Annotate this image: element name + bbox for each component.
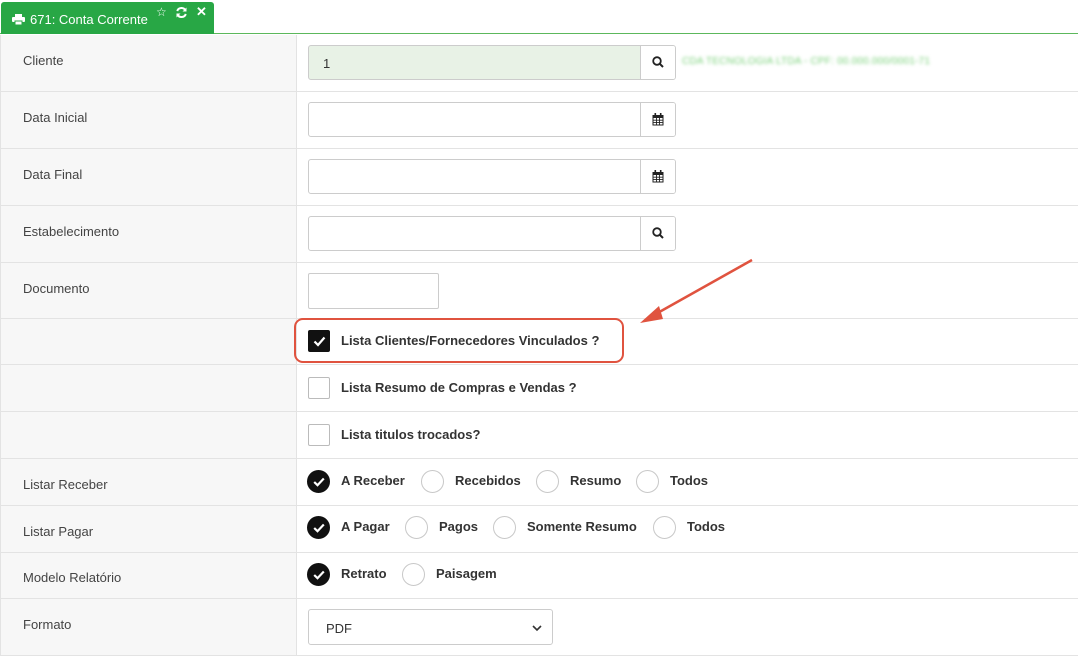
radio-a-receber-label[interactable]: A Receber (341, 473, 405, 488)
row-data-final: Data Final (0, 149, 1078, 206)
chevron-down-icon (532, 625, 542, 632)
cliente-value: 1 (323, 56, 331, 71)
radio-resumo[interactable] (536, 470, 559, 493)
data-inicial-calendar-button[interactable] (640, 103, 675, 136)
label-formato: Formato (23, 617, 72, 632)
highlight-annotation (294, 318, 624, 363)
radio-recebidos-label[interactable]: Recebidos (455, 473, 521, 488)
checkmark-icon (313, 570, 325, 580)
radio-somente-resumo[interactable] (493, 516, 516, 539)
radio-a-pagar-label[interactable]: A Pagar (341, 519, 390, 534)
checkmark-icon (313, 523, 325, 533)
row-estabelecimento: Estabelecimento (0, 206, 1078, 263)
calendar-icon (652, 113, 664, 126)
radio-a-pagar[interactable] (307, 516, 330, 539)
search-icon (652, 227, 664, 239)
data-inicial-input[interactable] (308, 102, 676, 137)
row-documento: Documento (0, 263, 1078, 319)
tab-conta-corrente[interactable]: 671: Conta Corrente ☆ ✕ (1, 2, 214, 34)
close-icon[interactable]: ✕ (196, 5, 207, 18)
cliente-name: CDA TECNOLOGIA LTDA - CPF: 00.000.000/00… (682, 56, 931, 67)
documento-input[interactable] (308, 273, 439, 309)
radio-todos-receber[interactable] (636, 470, 659, 493)
refresh-icon[interactable] (175, 6, 188, 19)
row-check-resumo: Lista Resumo de Compras e Vendas ? (0, 365, 1078, 412)
print-icon (12, 14, 25, 25)
radio-recebidos[interactable] (421, 470, 444, 493)
radio-paisagem[interactable] (402, 563, 425, 586)
star-icon[interactable]: ☆ (156, 6, 167, 18)
radio-retrato-label[interactable]: Retrato (341, 566, 387, 581)
radio-somente-resumo-label[interactable]: Somente Resumo (527, 519, 637, 534)
estabelecimento-input[interactable] (308, 216, 676, 251)
resumo-compras-checkbox[interactable] (308, 377, 330, 399)
cliente-search-button[interactable] (640, 46, 675, 79)
label-listar-receber: Listar Receber (23, 477, 108, 492)
radio-todos-pagar-label[interactable]: Todos (687, 519, 725, 534)
row-check-trocados: Lista titulos trocados? (0, 412, 1078, 459)
radio-retrato[interactable] (307, 563, 330, 586)
row-modelo-relatorio: Modelo Relatório Retrato Paisagem (0, 553, 1078, 599)
row-cliente: Cliente 1 CDA TECNOLOGIA LTDA - CPF: 00.… (0, 35, 1078, 92)
radio-pagos[interactable] (405, 516, 428, 539)
checkmark-icon (313, 477, 325, 487)
label-listar-pagar: Listar Pagar (23, 524, 94, 539)
row-data-inicial: Data Inicial (0, 92, 1078, 149)
arrow-annotation (640, 258, 753, 323)
data-final-input[interactable] (308, 159, 676, 194)
search-icon (652, 56, 664, 68)
radio-a-receber[interactable] (307, 470, 330, 493)
label-cliente: Cliente (23, 53, 64, 68)
resumo-compras-label[interactable]: Lista Resumo de Compras e Vendas ? (341, 380, 577, 395)
radio-resumo-label[interactable]: Resumo (570, 473, 621, 488)
radio-paisagem-label[interactable]: Paisagem (436, 566, 497, 581)
calendar-icon (652, 170, 664, 183)
radio-todos-pagar[interactable] (653, 516, 676, 539)
label-data-inicial: Data Inicial (23, 110, 88, 125)
row-formato: Formato PDF (0, 599, 1078, 656)
cliente-input[interactable]: 1 (308, 45, 676, 80)
tab-strip: 671: Conta Corrente ☆ ✕ (0, 0, 1078, 34)
label-estabelecimento: Estabelecimento (23, 224, 120, 239)
titulos-trocados-checkbox[interactable] (308, 424, 330, 446)
label-documento: Documento (23, 281, 90, 296)
radio-pagos-label[interactable]: Pagos (439, 519, 478, 534)
data-final-calendar-button[interactable] (640, 160, 675, 193)
formato-value: PDF (326, 621, 352, 636)
titulos-trocados-label[interactable]: Lista titulos trocados? (341, 427, 480, 442)
row-listar-pagar: Listar Pagar A Pagar Pagos Somente Resum… (0, 506, 1078, 553)
label-data-final: Data Final (23, 167, 83, 182)
estabelecimento-search-button[interactable] (640, 217, 675, 250)
row-listar-receber: Listar Receber A Receber Recebidos Resum… (0, 459, 1078, 506)
radio-todos-receber-label[interactable]: Todos (670, 473, 708, 488)
tab-title: 671: Conta Corrente (30, 12, 148, 27)
formato-select[interactable]: PDF (308, 609, 553, 645)
label-modelo-relatorio: Modelo Relatório (23, 570, 122, 585)
